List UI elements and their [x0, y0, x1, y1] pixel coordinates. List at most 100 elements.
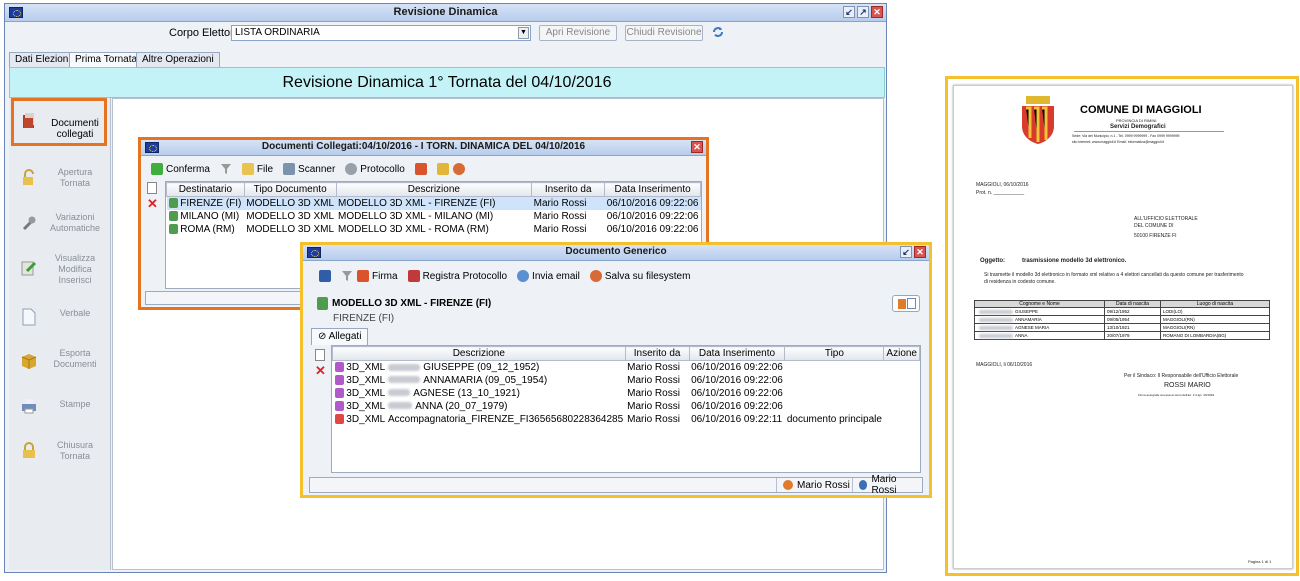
close-icon[interactable]: ✕ [871, 6, 883, 18]
page-title: Revisione Dinamica 1° Tornata del 04/10/… [9, 67, 885, 98]
col-data-inserimento[interactable]: Data Inserimento [688, 346, 786, 361]
chevron-down-icon[interactable]: ▼ [518, 27, 529, 39]
new-document-icon[interactable] [147, 182, 157, 194]
sidebar-item-verbale[interactable]: Verbale [9, 296, 111, 344]
sidebar-item-esporta-documenti[interactable]: Esporta Documenti [9, 340, 111, 388]
unlock-icon [23, 169, 34, 185]
col-descrizione[interactable]: Descrizione [332, 346, 626, 361]
letter-date: MAGGIOLI, 06/10/2016 [976, 182, 1029, 188]
letter-table-row: GIUSEPPE 09/12/1952 LODI(LO) [974, 308, 1270, 316]
sidebar-item-chiusura-tornata[interactable]: Chiusura Tornata [9, 430, 111, 478]
cell-data: 06/10/2016 09:22:06 [606, 223, 699, 235]
sidebar-item-variazioni-automatiche[interactable]: Variazioni Automatiche [9, 202, 111, 250]
col-tipo[interactable]: Tipo [784, 346, 885, 361]
sidebar: Documenti collegati Apertura Tornata Var… [9, 98, 111, 570]
table-row[interactable]: MILANO (MI) MODELLO 3D XML MODELLO 3D XM… [167, 210, 701, 223]
maximize-icon[interactable]: ↗ [857, 6, 869, 18]
registra-protocollo-button[interactable]: Registra Protocollo [407, 270, 507, 282]
cell-destinatario: MILANO (MI) [180, 210, 240, 222]
cell-data: 06/10/2016 09:22:06 [606, 210, 699, 222]
salva-filesystem-button[interactable]: Salva su filesystem [589, 270, 690, 282]
tab-altre-operazioni[interactable]: Altre Operazioni [136, 52, 220, 67]
table-row[interactable]: 3D_XML GIUSEPPE (09_12_1952) Mario Rossi … [333, 361, 920, 374]
export-button[interactable] [414, 163, 427, 175]
invia-email-button[interactable]: Invia email [517, 270, 580, 282]
close-icon[interactable]: ✕ [691, 141, 703, 153]
minimize-icon[interactable]: ↙ [900, 246, 912, 258]
firma-button[interactable]: Firma [357, 270, 398, 282]
stamp-icon [345, 163, 358, 175]
col-descrizione[interactable]: Descrizione [335, 182, 533, 197]
page-icon [907, 298, 916, 309]
table-row[interactable]: 3D_XML ANNA (20_07_1979) Mario Rossi 06/1… [333, 400, 920, 413]
table-row[interactable]: 3D_XML Accompagnatoria_FIRENZE_FI3656568… [333, 413, 920, 426]
cell-descrizione: AGNESE (13_10_1921) [413, 387, 520, 399]
tab-allegati[interactable]: ⊘ Allegati [311, 328, 369, 345]
status-user-1-label: Mario Rossi [797, 479, 850, 491]
delete-icon[interactable]: ✕ [315, 363, 329, 379]
register-icon [407, 270, 420, 282]
sidebar-item-label: Esporta Documenti [53, 348, 97, 369]
table-row[interactable]: 3D_XML ANNAMARIA (09_05_1954) Mario Rossi… [333, 374, 920, 387]
letter-col-birthplace: Luogo di nascita [1196, 301, 1234, 307]
cell-descrizione: ANNAMARIA (09_05_1954) [423, 374, 548, 386]
allegati-table: Descrizione Inserito da Data Inserimento… [331, 345, 921, 473]
cell-azione [884, 413, 920, 426]
table-row[interactable]: ROMA (RM) MODELLO 3D XML MODELLO 3D XML … [167, 223, 701, 236]
col-inserito-da[interactable]: Inserito da [624, 346, 690, 361]
cell-descrizione: GIUSEPPE (09_12_1952) [423, 361, 540, 373]
letter-address-1: Sede: Via del Municipio, n.1 - Tel. 0999… [1072, 134, 1180, 138]
conferma-button[interactable]: Conferma [151, 163, 210, 175]
protocollo-button[interactable]: Protocollo [345, 163, 405, 175]
letter-signer-role: Per il Sindaco: Il Responsabile dell'Uff… [1124, 373, 1239, 379]
save-icon [319, 270, 331, 282]
chiudi-revisione-button[interactable]: Chiudi Revisione [625, 25, 703, 41]
letter-to-2: DEL COMUNE DI [1134, 223, 1174, 229]
refresh-icon[interactable] [711, 25, 725, 39]
cell-descrizione: MODELLO 3D XML - ROMA (RM) [338, 223, 489, 235]
xml-doc-icon [168, 210, 178, 221]
col-data-inserimento[interactable]: Data Inserimento [604, 182, 701, 197]
table-row[interactable]: FIRENZE (FI) MODELLO 3D XML MODELLO 3D X… [166, 196, 701, 210]
cell-inserito: Mario Rossi [627, 413, 680, 425]
letter-cell-birthdate: 09/05/1954 [1105, 316, 1161, 323]
new-document-icon[interactable] [315, 349, 325, 361]
file-button[interactable]: File [241, 163, 274, 175]
col-tipo-documento[interactable]: Tipo Documento [243, 182, 337, 197]
conferma-label: Conferma [166, 163, 210, 175]
coat-of-arms-icon [1022, 96, 1054, 144]
corpo-select[interactable]: LISTA ORDINARIA ▼ [231, 25, 531, 41]
letter-page: COMUNE DI MAGGIOLI PROVINCIA DI RIMINI S… [953, 85, 1293, 569]
col-inserito-da[interactable]: Inserito da [531, 182, 606, 197]
sidebar-item-stampe[interactable]: Stampe [9, 385, 111, 433]
attach-button[interactable] [892, 295, 920, 312]
sign-button[interactable] [452, 163, 465, 175]
minimize-icon[interactable]: ↙ [843, 6, 855, 18]
letter-servizi: Servizi Demografici [1110, 124, 1166, 130]
box-icon [21, 354, 37, 369]
xml-icon [334, 387, 344, 398]
apri-revisione-button[interactable]: Apri Revisione [539, 25, 617, 41]
cell-prefix: 3D_XML [346, 374, 386, 386]
attach-icon [898, 299, 906, 309]
cell-tipo: MODELLO 3D XML [246, 223, 335, 235]
col-azione[interactable]: Azione [883, 346, 920, 361]
save-button[interactable] [319, 270, 331, 282]
filter-icon [220, 164, 231, 174]
filter-button[interactable] [220, 163, 232, 175]
delete-icon[interactable]: ✕ [147, 196, 161, 212]
preview-button[interactable] [436, 163, 449, 175]
folder-icon [241, 163, 254, 175]
close-icon[interactable]: ✕ [914, 246, 926, 258]
col-destinatario[interactable]: Destinatario [166, 182, 245, 197]
email-label: Invia email [532, 270, 580, 282]
sidebar-item-visualizza-modifica[interactable]: Visualizza Modifica Inserisci [9, 247, 111, 295]
tab-dati-elezioni[interactable]: Dati Elezioni [9, 52, 77, 67]
table-row[interactable]: 3D_XML AGNESE (13_10_1921) Mario Rossi 06… [333, 387, 920, 400]
file-label: File [256, 163, 274, 175]
cell-tipo [785, 374, 884, 387]
sidebar-item-apertura-tornata[interactable]: Apertura Tornata [9, 157, 111, 205]
generico-title: Documento Generico [565, 246, 667, 257]
filter-button[interactable] [341, 270, 353, 282]
scanner-button[interactable]: Scanner [283, 163, 335, 175]
